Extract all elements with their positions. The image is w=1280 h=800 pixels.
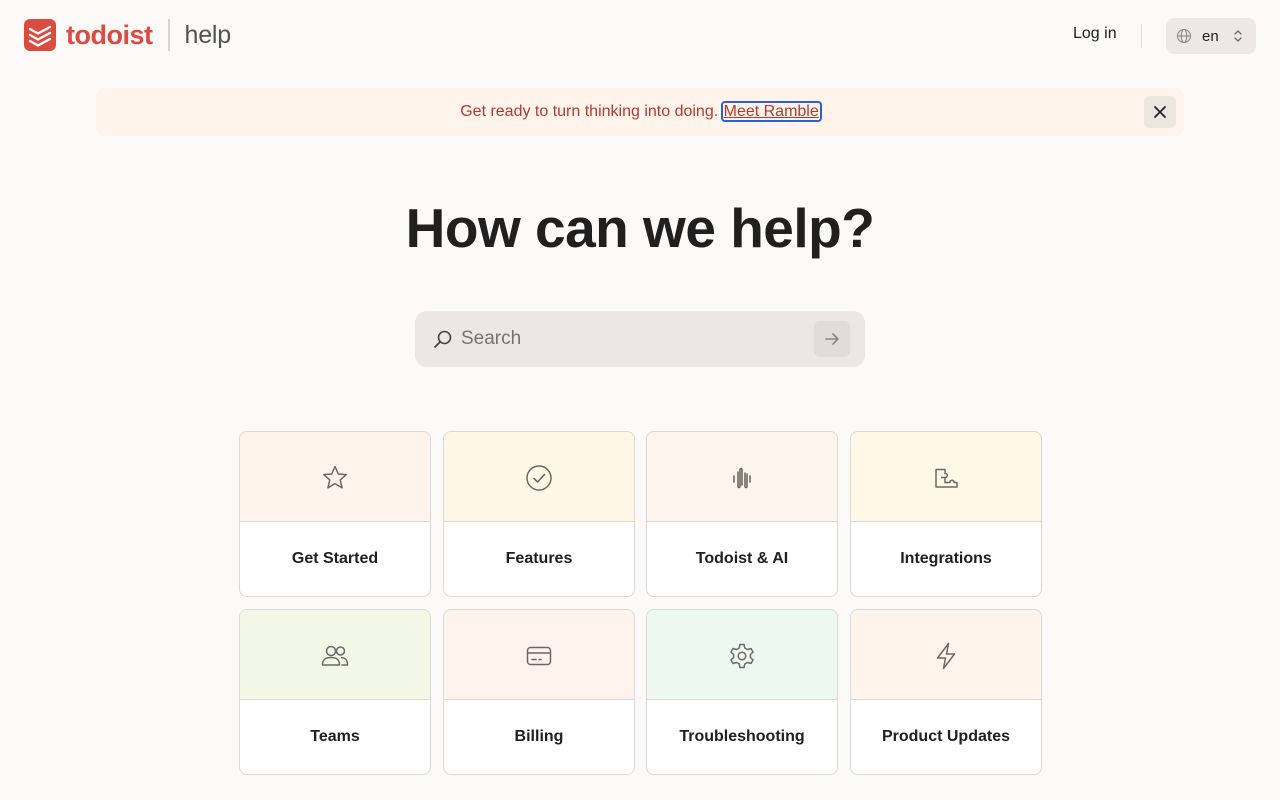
card-label: Product Updates	[881, 728, 1010, 745]
close-icon	[1154, 106, 1166, 118]
card-header	[647, 432, 837, 522]
puzzle-icon	[935, 468, 958, 488]
check-circle-icon	[526, 465, 552, 491]
page-title: How can we help?	[405, 197, 875, 259]
logo-divider	[168, 19, 171, 51]
card-label: Integrations	[900, 550, 992, 567]
card-header	[240, 610, 430, 700]
search-icon	[434, 330, 452, 348]
search-input[interactable]	[461, 323, 811, 355]
todoist-logo-icon	[24, 19, 56, 51]
banner-message: Get ready to turn thinking into doing. M…	[96, 88, 1184, 136]
search-submit-button[interactable]	[814, 321, 850, 357]
card-header	[444, 610, 634, 700]
waveform-icon	[733, 467, 751, 489]
logo-help-text: help	[184, 20, 231, 49]
chevron-updown-icon	[1234, 30, 1242, 42]
card-label: Features	[505, 550, 573, 567]
arrow-right-icon	[825, 333, 839, 345]
search-bar	[415, 311, 865, 367]
card-header	[851, 610, 1041, 700]
announcement-banner: Get ready to turn thinking into doing. M…	[96, 88, 1184, 136]
card-label: Teams	[310, 728, 360, 745]
users-icon	[321, 645, 349, 666]
header-divider	[1141, 24, 1142, 48]
category-card-get-started[interactable]: Get Started	[239, 431, 431, 597]
header: todoist help Log in en	[0, 0, 1280, 70]
card-header	[851, 432, 1041, 522]
logo-text: todoist	[66, 19, 153, 50]
logo[interactable]: todoist help	[24, 18, 231, 52]
category-card-features[interactable]: Features	[443, 431, 635, 597]
login-link[interactable]: Log in	[1073, 25, 1117, 43]
category-card-todoist-ai[interactable]: Todoist & AI	[646, 431, 838, 597]
card-label: Troubleshooting	[679, 728, 805, 745]
category-card-billing[interactable]: Billing	[443, 609, 635, 775]
category-card-teams[interactable]: Teams	[239, 609, 431, 775]
globe-icon	[1176, 28, 1192, 44]
category-card-integrations[interactable]: Integrations	[850, 431, 1042, 597]
card-header	[444, 432, 634, 522]
language-code: en	[1202, 27, 1219, 45]
card-label: Todoist & AI	[695, 550, 789, 567]
gear-icon	[730, 643, 754, 669]
banner-close-button[interactable]	[1144, 96, 1176, 128]
banner-text: Get ready to turn thinking into doing.	[460, 103, 719, 120]
category-card-troubleshooting[interactable]: Troubleshooting	[646, 609, 838, 775]
card-header	[240, 432, 430, 522]
star-icon	[322, 465, 348, 489]
card-header	[647, 610, 837, 700]
category-card-product-updates[interactable]: Product Updates	[850, 609, 1042, 775]
lightning-icon	[936, 642, 956, 670]
credit-card-icon	[526, 646, 552, 666]
card-label: Get Started	[291, 550, 379, 567]
language-selector[interactable]: en	[1166, 18, 1256, 54]
card-label: Billing	[514, 728, 564, 745]
banner-link[interactable]: Meet Ramble	[720, 101, 822, 122]
